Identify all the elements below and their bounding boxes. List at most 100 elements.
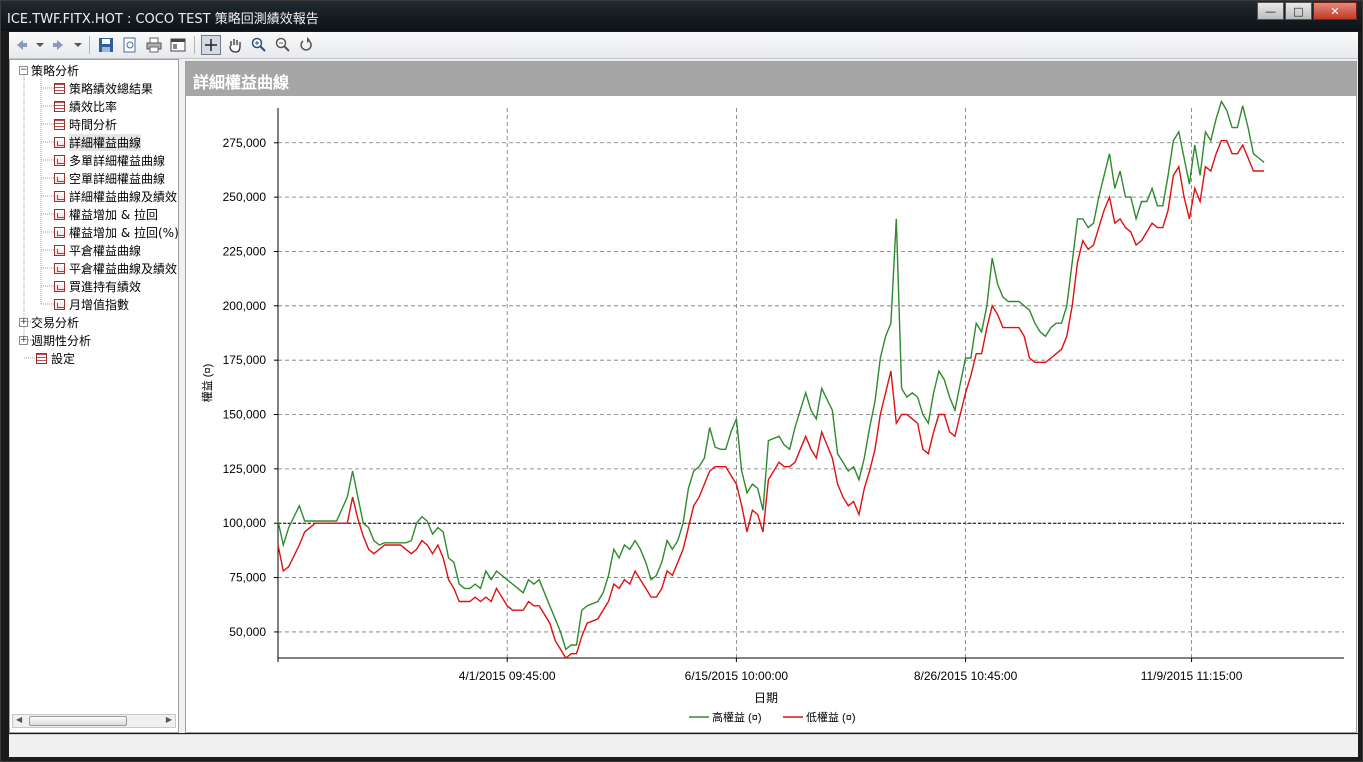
chart-icon — [54, 226, 65, 238]
legend-high-label: 高權益 (¤) — [712, 710, 762, 724]
tree-node-label: 平倉權益曲線 — [69, 243, 142, 258]
tree-node-strategy-analysis[interactable]: − 策略分析 — [19, 61, 79, 79]
chart-series — [277, 99, 1265, 660]
tree-node-child[interactable]: 權益增加 & 拉回 — [54, 205, 158, 223]
x-tick-label: 8/26/2015 10:45:00 — [914, 669, 1018, 683]
tree-node-label: 詳細權益曲線 — [69, 133, 142, 151]
save-icon[interactable] — [96, 35, 116, 55]
tree-node-child[interactable]: 多單詳細權益曲線 — [54, 151, 165, 169]
expand-icon[interactable]: + — [19, 317, 28, 327]
tree-node-label: 權益增加 & 拉回 — [69, 207, 158, 222]
tree-node-child[interactable]: 時間分析 — [54, 115, 117, 133]
tree-node-label: 空單詳細權益曲線 — [69, 171, 166, 186]
settings-icon[interactable] — [168, 35, 188, 55]
report-panel: 詳細權益曲線 50,000 75,000 100,000 125,000 150,000… — [185, 61, 1357, 733]
tree-node-child[interactable]: 詳細權益曲線及績效 — [54, 187, 177, 205]
x-axis-label: 日期 — [754, 691, 778, 705]
tree-node-label: 績效比率 — [69, 99, 118, 114]
chart-icon — [54, 262, 65, 274]
chart-icon — [54, 280, 65, 292]
tree-node-label: 週期性分析 — [31, 333, 92, 348]
high-equity-line — [277, 99, 1265, 651]
tree-node-label: 權益增加 & 拉回(%) — [69, 225, 179, 240]
tree-node-label: 策略分析 — [31, 63, 80, 78]
dropdown-icon[interactable] — [35, 35, 45, 55]
maximize-button[interactable]: □ — [1285, 2, 1312, 20]
panel-header: 詳細權益曲線 — [186, 62, 1356, 96]
export-icon[interactable] — [120, 35, 140, 55]
expand-icon[interactable]: + — [19, 335, 28, 345]
zoom-in-icon[interactable] — [249, 35, 269, 55]
y-tick-label: 250,000 — [223, 190, 267, 204]
tree-node-label: 多單詳細權益曲線 — [69, 153, 166, 168]
legend-low-label: 低權益 (¤) — [806, 710, 856, 724]
hand-pan-icon[interactable] — [225, 35, 245, 55]
tree-node-child[interactable]: 平倉權益曲線及績效 — [54, 259, 177, 277]
zoom-out-icon[interactable] — [273, 35, 293, 55]
chart-gridlines — [278, 108, 1344, 658]
tree-node-child[interactable]: 買進持有績效 — [54, 277, 141, 295]
y-tick-label: 200,000 — [223, 299, 267, 313]
grid-icon — [54, 118, 65, 130]
grid-icon — [54, 100, 65, 112]
main-window: ICE.TWF.FITX.HOT : COCO TEST 策略回測績效報告 — … — [0, 0, 1363, 762]
tree-node-label: 詳細權益曲線及績效 — [69, 189, 178, 204]
tree-node-child[interactable]: 績效比率 — [54, 97, 117, 115]
tree-node-child[interactable]: 詳細權益曲線 — [54, 133, 142, 151]
tree-node-child[interactable]: 策略績效總結果 — [54, 79, 153, 97]
chart-legend: 高權益 (¤) 低權益 (¤) — [689, 710, 856, 724]
y-axis: 50,000 75,000 100,000 125,000 150,000 175,000… — [223, 108, 279, 662]
tree-node-child[interactable]: 月增值指數 — [54, 295, 129, 313]
y-tick-label: 275,000 — [223, 136, 267, 150]
tree-node-periodic-analysis[interactable]: + 週期性分析 — [19, 331, 91, 349]
scrollbar-thumb[interactable] — [29, 716, 127, 726]
pointer-icon[interactable] — [201, 35, 221, 55]
x-axis: 4/1/2015 09:45:00 6/15/2015 10:00:00 8/26/… — [278, 657, 1344, 683]
tree-node-settings[interactable]: 設定 — [36, 349, 75, 367]
tree-horizontal-scrollbar[interactable]: ◀ ▶ — [12, 714, 176, 728]
tree-node-child[interactable]: 權益增加 & 拉回(%) — [54, 223, 179, 241]
chart-icon — [54, 136, 65, 148]
y-tick-label: 50,000 — [229, 625, 266, 639]
dropdown-icon[interactable] — [73, 35, 83, 55]
low-equity-line — [277, 139, 1265, 660]
chart-icon — [54, 244, 65, 256]
equity-chart[interactable]: 50,000 75,000 100,000 125,000 150,000 175,000… — [186, 96, 1356, 732]
scroll-left-icon[interactable]: ◀ — [16, 715, 22, 724]
tree-node-label: 交易分析 — [31, 315, 80, 330]
tree-node-label: 策略績效總結果 — [69, 81, 154, 96]
y-tick-label: 125,000 — [223, 462, 267, 476]
status-bar — [9, 734, 1358, 757]
grid-icon — [54, 82, 65, 94]
navigation-tree[interactable]: − 策略分析 策略績效總結果 績效比率時間分析 詳細權益曲線多單詳細權益曲線 空單詳細… — [9, 59, 179, 733]
chart-icon — [54, 154, 65, 166]
tree-node-child[interactable]: 空單詳細權益曲線 — [54, 169, 165, 187]
toolbar-separator — [194, 36, 195, 54]
chart-icon — [54, 172, 65, 184]
toolbar-separator — [89, 36, 90, 54]
back-icon[interactable] — [11, 35, 31, 55]
tree-node-label: 設定 — [51, 351, 76, 366]
grid-icon — [36, 352, 47, 364]
panel-title: 詳細權益曲線 — [193, 73, 290, 92]
y-axis-label: 權益 (¤) — [200, 364, 214, 403]
y-tick-label: 75,000 — [229, 571, 266, 585]
tree-node-label: 時間分析 — [69, 117, 118, 132]
minimize-button[interactable]: — — [1257, 2, 1284, 20]
x-tick-label: 11/9/2015 11:15:00 — [1141, 669, 1243, 683]
reset-zoom-icon[interactable] — [297, 35, 317, 55]
scroll-right-icon[interactable]: ▶ — [166, 715, 172, 724]
tree-node-label: 平倉權益曲線及績效 — [69, 261, 178, 276]
toolbar — [9, 32, 1358, 59]
tree-node-child[interactable]: 平倉權益曲線 — [54, 241, 141, 259]
y-tick-label: 175,000 — [223, 353, 267, 367]
collapse-icon[interactable]: − — [19, 65, 28, 75]
window-title: ICE.TWF.FITX.HOT : COCO TEST 策略回測績效報告 — [7, 12, 319, 27]
forward-icon[interactable] — [49, 35, 69, 55]
print-icon[interactable] — [144, 35, 164, 55]
close-button[interactable]: ✕ — [1313, 2, 1357, 20]
tree-node-trade-analysis[interactable]: + 交易分析 — [19, 313, 79, 331]
x-tick-label: 6/15/2015 10:00:00 — [685, 669, 789, 683]
y-tick-label: 150,000 — [223, 408, 267, 422]
x-tick-label: 4/1/2015 09:45:00 — [459, 669, 556, 683]
